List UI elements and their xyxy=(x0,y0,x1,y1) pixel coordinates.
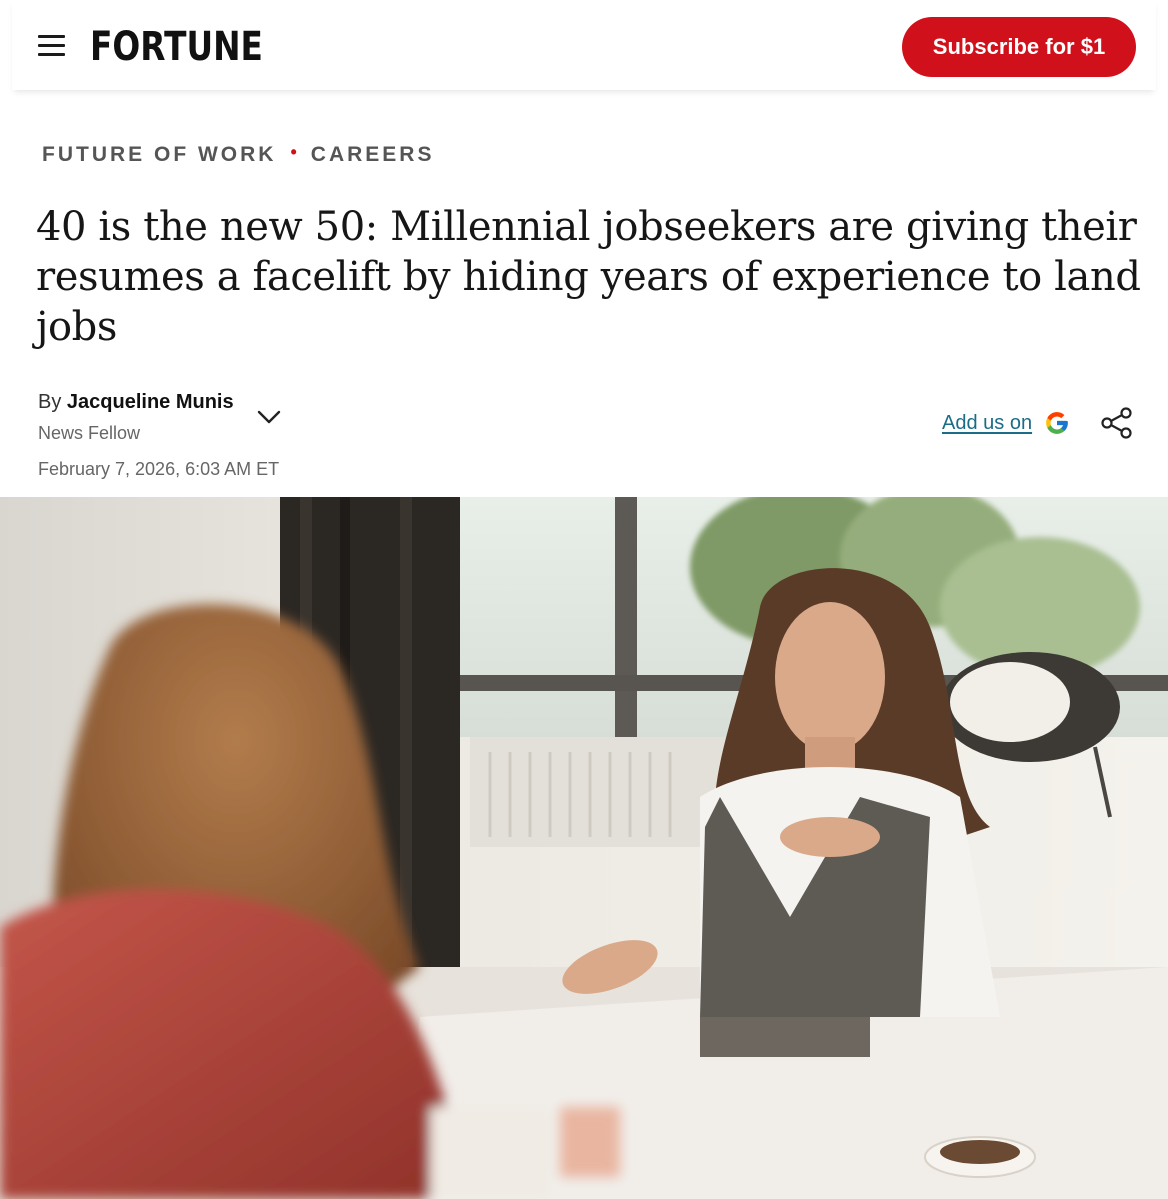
add-us-on-label[interactable]: Add us on xyxy=(942,412,1032,435)
subscribe-button[interactable]: Subscribe for $1 xyxy=(902,17,1136,77)
site-logo[interactable]: FORTUNE xyxy=(90,24,263,70)
article-headline: 40 is the new 50: Millennial jobseekers … xyxy=(36,204,1141,350)
publish-date: February 7, 2026, 6:03 AM ET xyxy=(38,459,280,479)
author-role: News Fellow xyxy=(38,423,141,443)
breadcrumb-item-careers[interactable]: CAREERS xyxy=(311,143,435,167)
site-header: FORTUNE Subscribe for $1 xyxy=(12,0,1156,90)
breadcrumb-item-future-of-work[interactable]: FUTURE OF WORK xyxy=(42,143,276,167)
byline: By Jacqueline Munis xyxy=(38,391,234,414)
add-us-on-google-link[interactable]: Add us on xyxy=(942,410,1070,436)
share-icon[interactable] xyxy=(1100,406,1134,440)
byline-prefix: By xyxy=(38,391,62,413)
breadcrumb-separator: • xyxy=(290,141,297,162)
menu-icon[interactable] xyxy=(38,35,66,59)
author-name[interactable]: Jacqueline Munis xyxy=(67,391,234,413)
article-hero-image xyxy=(0,497,1168,1199)
google-g-icon xyxy=(1046,412,1068,434)
chevron-down-icon[interactable] xyxy=(256,404,282,430)
breadcrumb: FUTURE OF WORK • CAREERS xyxy=(42,141,435,167)
